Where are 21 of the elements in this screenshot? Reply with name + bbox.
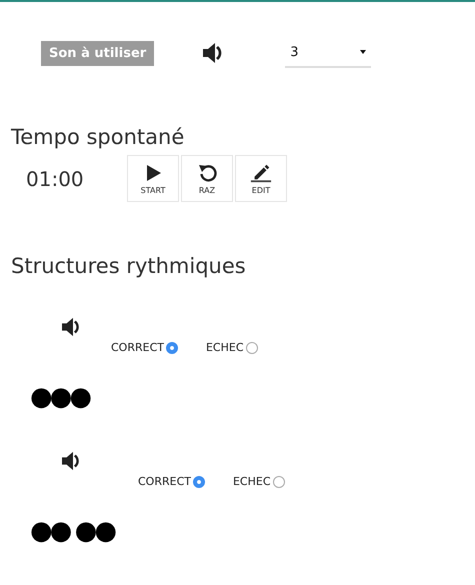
radio-button[interactable] [272, 476, 285, 488]
pencil-icon [250, 162, 272, 182]
radio-option[interactable]: CORRECT [111, 341, 178, 354]
timer-text: 01:00 [26, 166, 85, 190]
reset-button[interactable]: RAZ [181, 155, 233, 202]
start-button[interactable]: START [127, 155, 179, 202]
number-select[interactable]: 3 [285, 38, 372, 68]
radio-button[interactable] [246, 342, 258, 354]
section-heading: Tempo spontané [10, 124, 186, 151]
edit-button[interactable]: EDIT [235, 155, 287, 202]
radio-button[interactable] [166, 342, 178, 354]
rhythm-dots: ●● ●● [30, 516, 114, 546]
radio-option[interactable]: CORRECT [138, 475, 205, 488]
radio-option[interactable]: ECHEC [232, 475, 285, 488]
reset-icon [196, 162, 218, 182]
radio-option[interactable]: ECHEC [206, 341, 258, 354]
caret-icon [360, 50, 366, 54]
rhythm-dots: ●●● [30, 382, 90, 412]
sound-label: Son à utiliser [41, 40, 154, 66]
section-heading: Structures rythmiques [10, 253, 247, 280]
radio-button[interactable] [192, 476, 205, 488]
